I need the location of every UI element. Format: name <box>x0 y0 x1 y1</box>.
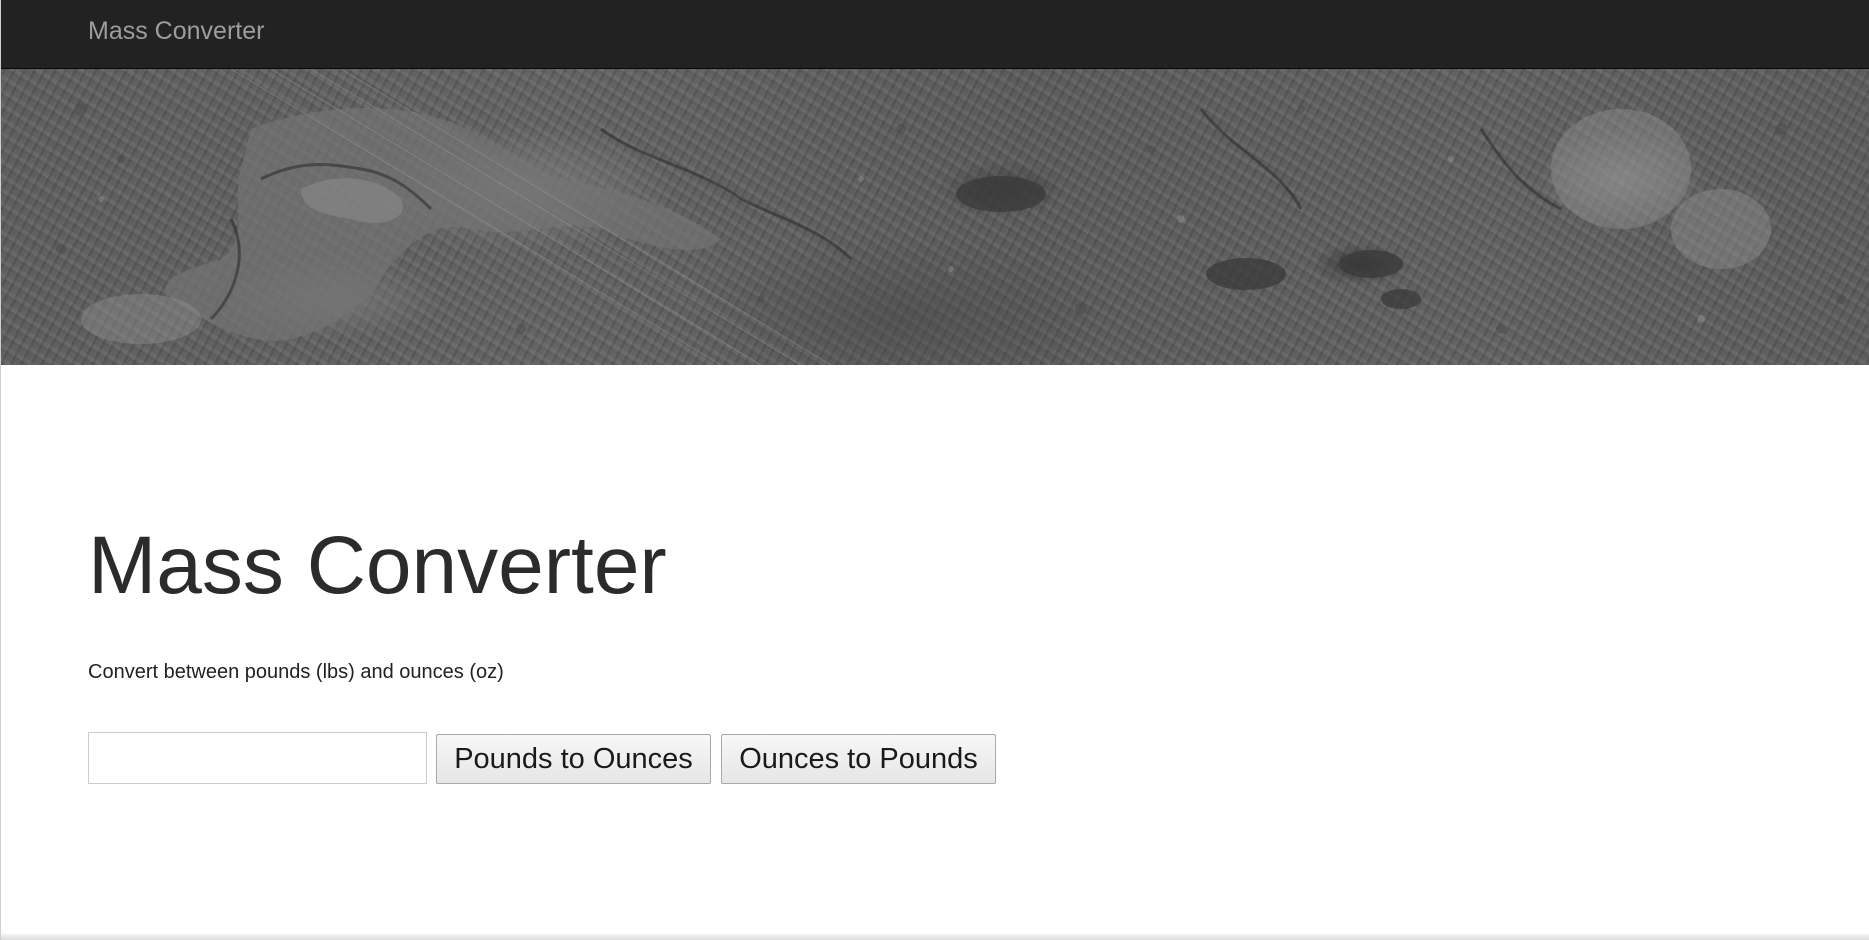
navbar-brand[interactable]: Mass Converter <box>88 16 264 46</box>
page-subtitle: Convert between pounds (lbs) and ounces … <box>88 661 504 683</box>
page-title: Mass Converter <box>88 520 667 611</box>
mass-value-input[interactable] <box>88 732 427 784</box>
hero-banner-image <box>1 69 1869 365</box>
navbar: Mass Converter <box>1 0 1869 69</box>
ounces-to-pounds-button[interactable]: Ounces to Pounds <box>721 734 996 784</box>
satellite-texture <box>56 69 1846 365</box>
window-bottom-edge <box>1 934 1869 940</box>
page: Mass Converter Mass Converter Convert be… <box>0 0 1869 940</box>
pounds-to-ounces-button[interactable]: Pounds to Ounces <box>436 734 711 784</box>
